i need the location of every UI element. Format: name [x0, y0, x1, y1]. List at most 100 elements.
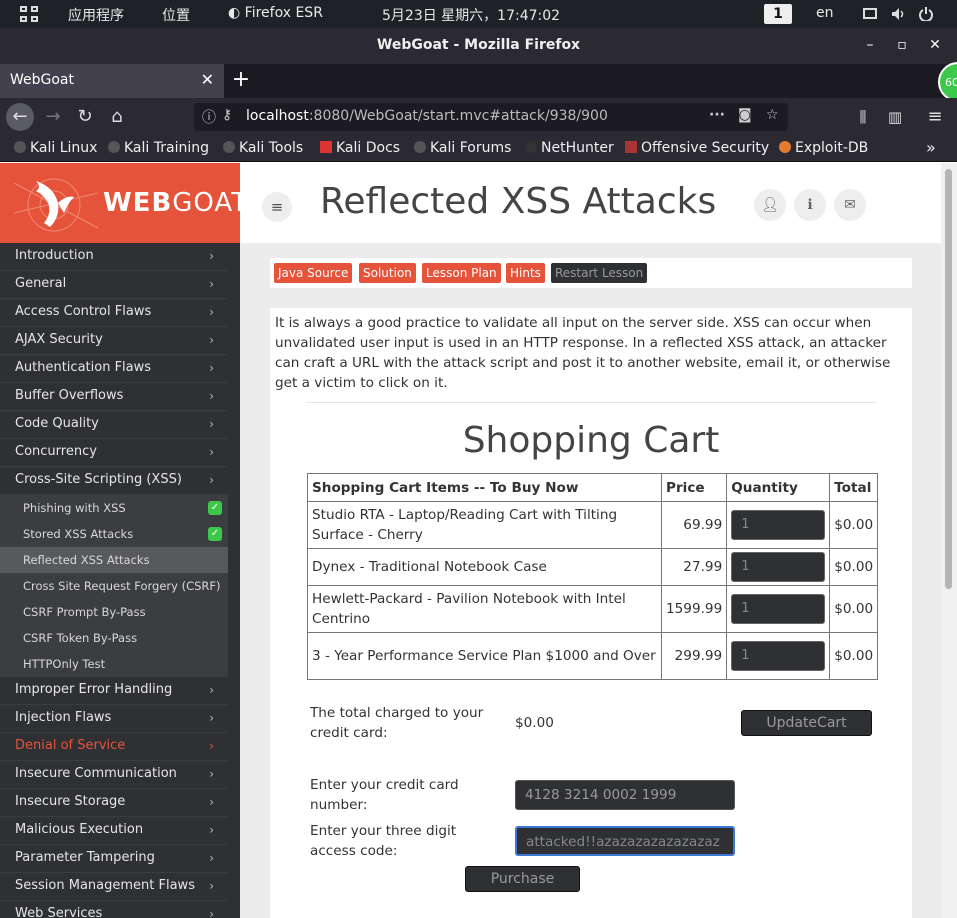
update-cart-button[interactable]: UpdateCart [741, 710, 872, 736]
url-bar[interactable]: ⓘ ⚷ localhost:8080/WebGoat/start.mvc#att… [194, 103, 788, 131]
purchase-button[interactable]: Purchase [465, 866, 580, 892]
logo-text: WEBGOAT [103, 188, 249, 218]
close-window-icon[interactable]: ✕ [926, 36, 944, 54]
clock[interactable]: 5月23日 星期六，17:47:02 [382, 5, 560, 25]
quantity-input[interactable]: 1 [731, 641, 826, 671]
menu-code-quality[interactable]: Code Quality › [0, 411, 228, 439]
submenu-csrf-prompt[interactable]: CSRF Prompt By-Pass [0, 599, 228, 625]
bookmark-star-icon[interactable]: ☆ [766, 107, 779, 123]
more-bookmarks-icon[interactable]: » [926, 138, 936, 157]
goat-logo-icon [14, 178, 98, 232]
menu-authentication[interactable]: Authentication Flaws › [0, 355, 228, 383]
bookmark-item[interactable]: Exploit-DB [779, 140, 868, 156]
quantity-input[interactable]: 1 [731, 552, 826, 582]
sidebar-scrollbar[interactable] [228, 243, 240, 918]
chevron-right-icon: › [209, 907, 214, 918]
menu-buffer-overflows[interactable]: Buffer Overflows › [0, 383, 228, 411]
close-tab-icon[interactable]: ✕ [201, 70, 214, 89]
table-header-row: Shopping Cart Items -- To Buy Now Price … [307, 473, 879, 502]
places-menu[interactable]: 位置 [162, 5, 190, 25]
bookmark-item[interactable]: Kali Tools [223, 140, 303, 156]
menu-general[interactable]: General › [0, 271, 228, 299]
pocket-icon[interactable]: ◙ [738, 107, 752, 123]
page-scrollbar[interactable] [941, 163, 957, 918]
volume-icon[interactable] [891, 7, 905, 21]
submenu-csrf-token[interactable]: CSRF Token By-Pass [0, 625, 228, 651]
tab-webgoat[interactable]: WebGoat ✕ [0, 64, 224, 98]
menu-ajax-security[interactable]: AJAX Security › [0, 327, 228, 355]
info-icon[interactable]: ⓘ [202, 107, 216, 127]
sidebar-toggle-icon[interactable]: ▥ [884, 106, 906, 128]
library-icon[interactable]: ⫼ [852, 106, 874, 128]
shopping-cart-table: Shopping Cart Items -- To Buy Now Price … [307, 473, 879, 680]
menu-xss[interactable]: Cross-Site Scripting (XSS) › [0, 467, 228, 495]
chevron-right-icon: › [209, 249, 214, 263]
power-icon[interactable] [919, 7, 933, 21]
menu-access-control[interactable]: Access Control Flaws › [0, 299, 228, 327]
window-icon[interactable] [863, 7, 877, 21]
hints-button[interactable]: Hints [506, 263, 545, 283]
item-name: Hewlett-Packard - Pavilion Notebook with… [307, 585, 662, 633]
restart-lesson-button[interactable]: Restart Lesson [551, 263, 648, 283]
submenu-phishing-xss[interactable]: Phishing with XSS ✓ [0, 495, 228, 521]
new-tab-icon[interactable]: + [230, 67, 252, 92]
lesson-plan-button[interactable]: Lesson Plan [422, 263, 501, 283]
menu-parameter-tampering[interactable]: Parameter Tampering › [0, 845, 228, 873]
page-header: ≡ Reflected XSS Attacks 👤︎ ℹ ✉ [240, 163, 941, 243]
url-text[interactable]: localhost:8080/WebGoat/start.mvc#attack/… [246, 108, 608, 124]
maximize-icon[interactable]: ▫ [893, 36, 911, 54]
menu-insecure-storage[interactable]: Insecure Storage › [0, 789, 228, 817]
user-icon[interactable]: 👤︎ [754, 189, 786, 221]
menu-error-handling[interactable]: Improper Error Handling › [0, 677, 228, 705]
menu-denial-of-service[interactable]: Denial of Service › [0, 733, 228, 761]
forward-arrow-icon[interactable]: → [42, 106, 64, 128]
home-icon[interactable]: ⌂ [106, 106, 128, 128]
menu-concurrency[interactable]: Concurrency › [0, 439, 228, 467]
webgoat-logo[interactable]: WEBGOAT [0, 163, 247, 243]
submenu-stored-xss[interactable]: Stored XSS Attacks ✓ [0, 521, 228, 547]
scrollbar-thumb[interactable] [945, 169, 952, 589]
quantity-input[interactable]: 1 [731, 594, 826, 624]
bookmark-item[interactable]: Kali Training [108, 140, 209, 156]
keyboard-layout[interactable]: en [816, 5, 834, 21]
workspace-indicator[interactable]: 1 [764, 4, 792, 24]
bookmark-item[interactable]: NetHunter [525, 140, 614, 156]
submenu-csrf[interactable]: Cross Site Request Forgery (CSRF) [0, 573, 228, 599]
completed-check-icon: ✓ [208, 527, 222, 541]
credit-card-input[interactable]: 4128 3214 0002 1999 [515, 780, 735, 810]
menu-introduction[interactable]: Introduction › [0, 243, 228, 271]
menu-toggle-icon[interactable]: ≡ [262, 192, 292, 222]
lesson-toolbar: Java Source Solution Lesson Plan Hints R… [270, 258, 912, 288]
app-grid-icon[interactable] [20, 6, 38, 22]
minimize-icon[interactable]: – [861, 36, 879, 54]
menu-insecure-communication[interactable]: Insecure Communication › [0, 761, 228, 789]
chevron-right-icon: › [209, 445, 214, 459]
menu-injection[interactable]: Injection Flaws › [0, 705, 228, 733]
info-icon[interactable]: ℹ [794, 189, 826, 221]
reload-icon[interactable]: ↻ [74, 106, 96, 128]
page-actions-icon[interactable]: ··· [709, 107, 725, 123]
java-source-button[interactable]: Java Source [274, 263, 353, 283]
access-code-input[interactable]: attacked!!azazazazazazazaz [515, 826, 735, 856]
envelope-icon[interactable]: ✉ [834, 189, 866, 221]
hamburger-menu-icon[interactable]: ≡ [924, 106, 946, 128]
bookmark-item[interactable]: Kali Forums [414, 140, 511, 156]
bookmark-item[interactable]: Kali Linux [14, 140, 97, 156]
lesson-intro: It is always a good practice to validate… [275, 315, 891, 391]
quantity-input[interactable]: 1 [731, 510, 826, 540]
menu-session-management[interactable]: Session Management Flaws › [0, 873, 228, 901]
table-row: Studio RTA - Laptop/Reading Cart with Ti… [307, 501, 879, 549]
active-app[interactable]: ◐ Firefox ESR [228, 5, 323, 21]
back-arrow-icon[interactable]: ← [6, 103, 34, 131]
bookmark-item[interactable]: Offensive Security [625, 140, 769, 156]
sidebar: WEBGOAT Introduction › General › Access Co… [0, 163, 247, 918]
submenu-httponly[interactable]: HTTPOnly Test [0, 651, 228, 677]
solution-button[interactable]: Solution [359, 263, 416, 283]
bookmark-item[interactable]: Kali Docs [320, 140, 400, 156]
chevron-right-icon: › [209, 739, 214, 753]
menu-web-services[interactable]: Web Services › [0, 901, 228, 918]
menu-malicious-execution[interactable]: Malicious Execution › [0, 817, 228, 845]
item-total: $0.00 [829, 548, 879, 586]
applications-menu[interactable]: 应用程序 [68, 5, 124, 25]
submenu-reflected-xss[interactable]: Reflected XSS Attacks [0, 547, 228, 573]
